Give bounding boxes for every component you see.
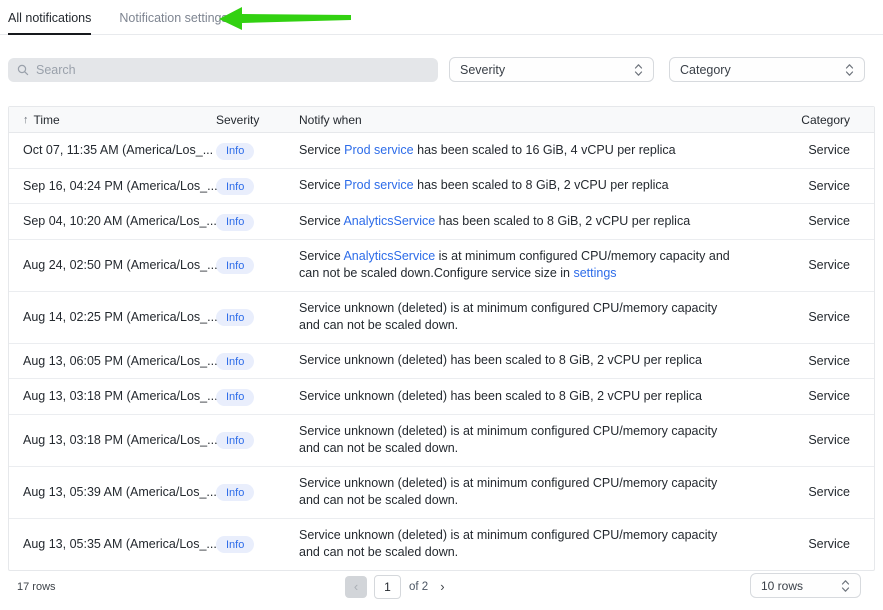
- green-arrow-icon: [218, 4, 352, 31]
- time-cell: Aug 24, 02:50 PM (America/Los_...: [9, 258, 216, 272]
- time-cell: Aug 13, 05:39 AM (America/Los_...: [9, 485, 216, 499]
- severity-cell: Info: [216, 212, 299, 231]
- table-row: Sep 16, 04:24 PM (America/Los_...Info Ser…: [9, 169, 874, 205]
- table-row: Oct 07, 11:35 AM (America/Los_...Info Ser…: [9, 133, 874, 169]
- severity-badge: Info: [216, 536, 254, 553]
- severity-cell: Info: [216, 352, 299, 371]
- notify-when-cell: Service AnalyticsService is at minimum c…: [299, 248, 754, 283]
- sort-ascending-icon: ↑: [23, 114, 29, 126]
- severity-badge: Info: [216, 309, 254, 326]
- severity-select[interactable]: Severity: [449, 57, 654, 82]
- notify-when-cell: Service Prod service has been scaled to …: [299, 142, 754, 160]
- severity-select-label: Severity: [460, 63, 505, 77]
- time-cell: Aug 13, 05:35 AM (America/Los_...: [9, 537, 216, 551]
- notify-when-cell: Service Prod service has been scaled to …: [299, 177, 754, 195]
- chevron-updown-icon: [634, 63, 643, 77]
- search-icon: [17, 64, 29, 76]
- col-header-time-label: Time: [34, 113, 60, 127]
- time-cell: Aug 14, 02:25 PM (America/Los_...: [9, 310, 216, 324]
- severity-cell: Info: [216, 535, 299, 554]
- severity-badge: Info: [216, 178, 254, 195]
- notify-when-cell: Service unknown (deleted) is at minimum …: [299, 423, 754, 458]
- notify-when-cell: Service unknown (deleted) is at minimum …: [299, 300, 754, 335]
- pagination: ‹ of 2 ›: [345, 573, 445, 600]
- category-cell: Service: [754, 354, 874, 368]
- table-row: Aug 13, 06:05 PM (America/Los_...Info Ser…: [9, 344, 874, 380]
- severity-badge: Info: [216, 214, 254, 231]
- pagination-next-button[interactable]: ›: [440, 579, 444, 594]
- tab-all-notifications[interactable]: All notifications: [8, 0, 91, 35]
- table-body: Oct 07, 11:35 AM (America/Los_...InfoSer…: [9, 133, 874, 570]
- notify-when-cell: Service unknown (deleted) is at minimum …: [299, 527, 754, 562]
- col-header-category[interactable]: Category: [754, 113, 874, 127]
- category-select-label: Category: [680, 63, 731, 77]
- time-cell: Sep 16, 04:24 PM (America/Los_...: [9, 179, 216, 193]
- category-cell: Service: [754, 214, 874, 228]
- severity-cell: Info: [216, 483, 299, 502]
- tab-notification-settings[interactable]: Notification settings: [119, 0, 227, 35]
- table-row: Aug 13, 03:18 PM (America/Los_...Info Ser…: [9, 415, 874, 467]
- page-size-label: 10 rows: [761, 579, 803, 593]
- severity-cell: Info: [216, 141, 299, 160]
- row-count-label: 17 rows: [17, 581, 56, 593]
- time-cell: Sep 04, 10:20 AM (America/Los_...: [9, 214, 216, 228]
- category-cell: Service: [754, 537, 874, 551]
- chevron-updown-icon: [845, 63, 854, 77]
- page-size-select[interactable]: 10 rows: [750, 573, 861, 598]
- tab-bar: All notifications Notification settings: [0, 0, 883, 35]
- notify-when-cell: Service unknown (deleted) is at minimum …: [299, 475, 754, 510]
- table-footer: 17 rows ‹ of 2 › 10 rows: [0, 573, 883, 600]
- category-cell: Service: [754, 310, 874, 324]
- table-header: ↑ Time Severity Notify when Category: [9, 107, 874, 133]
- time-cell: Aug 13, 06:05 PM (America/Los_...: [9, 354, 216, 368]
- time-cell: Oct 07, 11:35 AM (America/Los_...: [9, 143, 216, 157]
- pagination-prev-button[interactable]: ‹: [345, 576, 367, 598]
- severity-badge: Info: [216, 257, 254, 274]
- search-placeholder: Search: [36, 63, 76, 77]
- filter-bar: Search Severity Category: [8, 57, 875, 82]
- severity-badge: Info: [216, 143, 254, 160]
- notify-when-cell: Service AnalyticsService has been scaled…: [299, 213, 754, 231]
- severity-badge: Info: [216, 432, 254, 449]
- time-cell: Aug 13, 03:18 PM (America/Los_...: [9, 389, 216, 403]
- notify-link[interactable]: settings: [573, 266, 616, 280]
- category-select[interactable]: Category: [669, 57, 865, 82]
- notify-when-cell: Service unknown (deleted) has been scale…: [299, 388, 754, 406]
- severity-cell: Info: [216, 256, 299, 275]
- severity-badge: Info: [216, 389, 254, 406]
- table-row: Sep 04, 10:20 AM (America/Los_...Info Ser…: [9, 204, 874, 240]
- category-cell: Service: [754, 433, 874, 447]
- notify-link[interactable]: Prod service: [344, 178, 413, 192]
- table-row: Aug 24, 02:50 PM (America/Los_...Info Ser…: [9, 240, 874, 292]
- notify-link[interactable]: AnalyticsService: [343, 214, 435, 228]
- severity-cell: Info: [216, 387, 299, 406]
- col-header-notify-when[interactable]: Notify when: [299, 113, 754, 127]
- pagination-of-label: of 2: [409, 581, 428, 593]
- table-row: Aug 13, 03:18 PM (America/Los_...Info Ser…: [9, 379, 874, 415]
- col-header-time[interactable]: ↑ Time: [9, 113, 216, 127]
- severity-badge: Info: [216, 353, 254, 370]
- time-cell: Aug 13, 03:18 PM (America/Los_...: [9, 433, 216, 447]
- category-cell: Service: [754, 143, 874, 157]
- category-cell: Service: [754, 485, 874, 499]
- pagination-page-input[interactable]: [374, 575, 401, 599]
- severity-cell: Info: [216, 308, 299, 327]
- table-row: Aug 13, 05:35 AM (America/Los_...Info Ser…: [9, 519, 874, 570]
- notify-when-cell: Service unknown (deleted) has been scale…: [299, 352, 754, 370]
- severity-badge: Info: [216, 484, 254, 501]
- search-input[interactable]: Search: [8, 58, 438, 82]
- col-header-severity[interactable]: Severity: [216, 113, 299, 127]
- notify-link[interactable]: AnalyticsService: [343, 249, 435, 263]
- notify-link[interactable]: Prod service: [344, 143, 413, 157]
- table-row: Aug 13, 05:39 AM (America/Los_...Info Ser…: [9, 467, 874, 519]
- notifications-table: ↑ Time Severity Notify when Category Oct…: [8, 106, 875, 571]
- table-row: Aug 14, 02:25 PM (America/Los_...Info Ser…: [9, 292, 874, 344]
- category-cell: Service: [754, 258, 874, 272]
- severity-cell: Info: [216, 431, 299, 450]
- chevron-updown-icon: [841, 579, 850, 593]
- category-cell: Service: [754, 389, 874, 403]
- category-cell: Service: [754, 179, 874, 193]
- severity-cell: Info: [216, 177, 299, 196]
